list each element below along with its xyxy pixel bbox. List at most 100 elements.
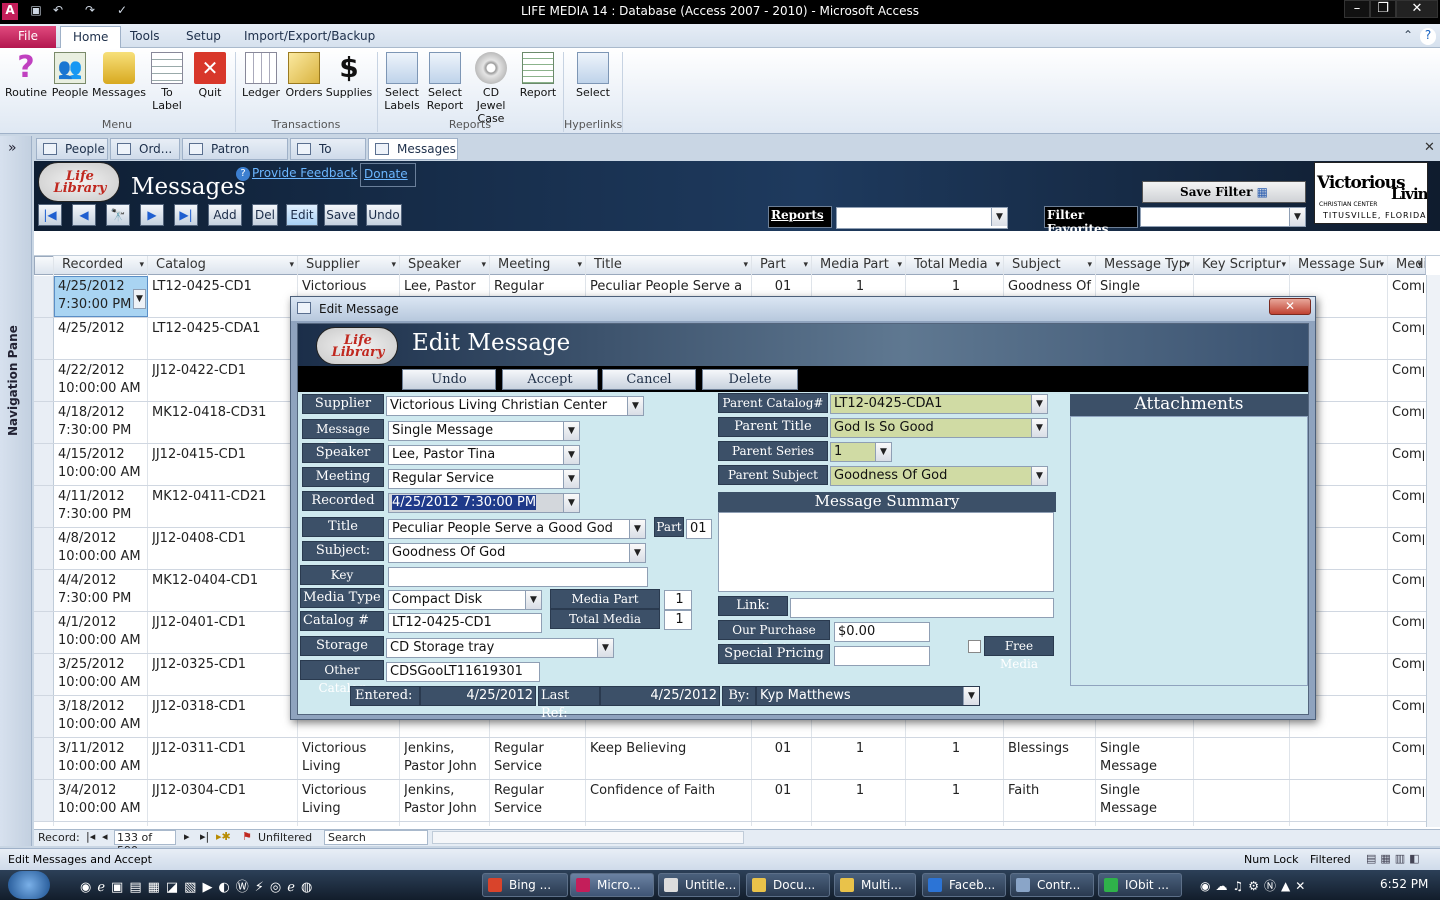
table-cell[interactable]: Confidence of Faith [590,782,750,800]
table-cell[interactable]: 3/11/2012 10:00:00 AM [58,740,146,776]
row-selector[interactable] [34,276,54,317]
parent-title-combo[interactable]: God Is So Good ▼ [830,418,1048,438]
taskbar-item-bing[interactable]: Bing ... [482,873,568,897]
chevron-down-icon[interactable]: ▼ [629,544,645,562]
chevron-down-icon[interactable]: ▼ [875,443,891,461]
table-cell[interactable]: Victorious Living [302,782,398,818]
select-all-corner[interactable] [34,256,54,275]
table-cell[interactable]: Victorious [302,278,398,296]
cancel-button[interactable]: Cancel [602,369,696,390]
table-cell[interactable]: 4/22/2012 10:00:00 AM [58,362,146,398]
table-cell[interactable]: Single Message [1100,782,1192,818]
system-tray-icons[interactable]: ◉☁♫⚙Ⓝ▲✕ [1200,877,1310,894]
provide-feedback-link[interactable]: Provide Feedback [252,166,357,180]
table-cell[interactable]: Comp [1392,656,1424,674]
part-field[interactable]: 01 [686,519,712,539]
add-button[interactable]: Add [208,204,242,226]
table-cell[interactable]: 3/25/2012 10:00:00 AM [58,656,146,692]
chevron-down-icon[interactable]: ▼ [627,397,643,415]
link-field[interactable] [790,598,1054,618]
row-selector[interactable] [34,696,54,737]
table-cell[interactable]: 4/25/2012 [58,320,146,338]
table-cell[interactable]: JJ12-0401-CD1 [152,614,296,632]
table-cell[interactable]: 4/8/2012 10:00:00 AM [58,530,146,566]
to-label-button[interactable]: To Label [148,52,186,112]
new-record-icon[interactable]: ▸✱ [216,830,231,843]
table-cell[interactable]: Regular [494,278,584,296]
table-cell[interactable]: 01 [756,782,810,800]
table-cell[interactable]: Peculiar People Serve a [590,278,750,296]
column-header[interactable]: Supplier ▾ [298,256,400,275]
table-row[interactable]: 3/4/2012 10:00:00 AM JJ12-0304-CD1 Victori… [34,780,1440,822]
doctab-people[interactable]: People [36,138,108,160]
supplies-button[interactable]: $ Supplies [324,52,374,100]
quit-button[interactable]: ✕ Quit [190,52,230,99]
column-header[interactable]: Message Typ ▾ [1096,256,1194,275]
column-header[interactable]: Media Part ▾ [812,256,906,275]
save-button[interactable]: Save [324,204,358,226]
taskbar-item-access[interactable]: Micro... [570,873,654,897]
routine-button[interactable]: ? Routine [4,52,48,100]
tab-import-export-backup[interactable]: Import/Export/Backup [232,26,387,48]
parent-subject-combo[interactable]: Goodness Of God ▼ [830,466,1048,486]
search-box[interactable]: Search [324,830,428,845]
del-button[interactable]: Del [252,204,278,226]
table-cell[interactable]: Victorious Living [302,740,398,776]
speaker-combo[interactable]: Lee, Pastor Tina ▼ [388,445,580,465]
ledger-button[interactable]: Ledger [240,52,282,99]
chevron-down-icon[interactable]: ▼ [525,591,541,609]
start-button[interactable] [8,871,50,899]
close-tab-icon[interactable]: ✕ [1424,140,1435,155]
table-cell[interactable]: Comp [1392,572,1424,590]
table-cell[interactable]: Comp [1392,404,1424,422]
current-record-field[interactable]: 133 of 590 [114,830,176,857]
chevron-down-icon[interactable]: ▼ [563,470,579,488]
table-cell[interactable]: JJ12-0422-CD1 [152,362,296,380]
select-labels-button[interactable]: Select Labels [382,52,422,112]
first-record-icon[interactable]: |◂ [86,830,95,843]
table-cell[interactable]: 3/18/2012 10:00:00 AM [58,698,146,734]
table-cell[interactable]: Comp [1392,698,1424,716]
table-cell[interactable]: 1 [910,782,1002,800]
row-selector[interactable] [34,318,54,359]
doctab-patron-orders[interactable]: Patron Orders [182,138,288,177]
filter-favorites-dropdown[interactable]: ▼ [1140,207,1306,227]
chevron-down-icon[interactable]: ▼ [563,494,579,512]
chevron-down-icon[interactable]: ▼ [629,520,645,538]
table-cell[interactable]: JJ12-0318-CD1 [152,698,296,716]
purchase-cost-field[interactable]: $0.00 [834,622,930,642]
row-selector[interactable] [34,738,54,779]
horizontal-scrollbar[interactable] [432,831,744,844]
chevron-down-icon[interactable]: ▼ [963,687,979,705]
chevron-down-icon[interactable]: ▼ [563,446,579,464]
column-filter-icon[interactable]: ▾ [1185,256,1190,274]
donate-link[interactable]: Donate [360,163,416,187]
cd-jewel-case-button[interactable]: CD Jewel Case [466,52,516,125]
table-cell[interactable]: 1 [816,782,904,800]
table-cell[interactable]: Comp [1392,446,1424,464]
help-icon[interactable]: ? [1420,28,1436,45]
view-buttons-icon[interactable]: ▤▦▥◧ [1366,852,1424,865]
messages-button[interactable]: Messages [92,52,146,99]
taskbar-item-multi[interactable]: Multi... [834,873,916,897]
title-combo[interactable]: Peculiar People Serve a Good God ▼ [388,519,646,539]
first-record-button[interactable]: |◀ [38,204,62,226]
table-cell[interactable]: Comp [1392,488,1424,506]
column-header[interactable]: Title ▾ [586,256,752,275]
media-type-combo[interactable]: Compact Disk ▼ [388,590,542,610]
parent-catalog-combo[interactable]: LT12-0425-CDA1 ▼ [830,394,1048,414]
chevron-down-icon[interactable]: ▼ [1031,395,1047,413]
table-cell[interactable]: Blessings [1008,740,1094,758]
special-pricing-field[interactable] [834,646,930,666]
table-cell[interactable]: MK12-0418-CD31 [152,404,296,422]
table-cell[interactable]: MK12-0404-CD1 [152,572,296,590]
table-cell[interactable]: Goodness Of [1008,278,1094,296]
column-filter-icon[interactable]: ▾ [1379,256,1384,274]
last-record-button[interactable]: ▶| [174,204,198,226]
column-filter-icon[interactable]: ▾ [481,256,486,274]
parent-series-combo[interactable]: 1 ▼ [830,442,892,462]
select-hyperlink-button[interactable]: Select [572,52,614,99]
tab-home[interactable]: Home [60,26,122,48]
column-filter-icon[interactable]: ▾ [139,256,144,274]
row-selector[interactable] [34,780,54,821]
